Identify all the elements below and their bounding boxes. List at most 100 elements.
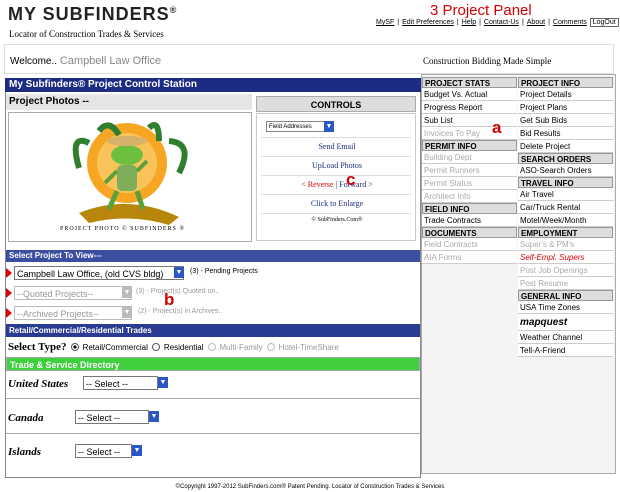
archived-projects-select[interactable]: --Archived Projects-- [14,306,132,320]
select-type-label: Select Type? [8,341,67,353]
chevron-down-icon[interactable]: ▼ [324,121,334,132]
chevron-down-icon[interactable]: ▼ [158,377,168,388]
radio-hotel-timeshare[interactable] [266,343,275,351]
directory-title: Trade & Service Directory [6,357,420,371]
general-info-header: GENERAL INFO [518,290,613,301]
post-resume-link[interactable]: Post Resume [518,277,613,290]
info-column: PROJECT INFO Project Details Project Pla… [518,77,613,357]
station-title: My Subfinders® Project Control Station [5,78,421,92]
pending-projects-note: (3) - Pending Projects [190,268,258,275]
trade-contracts-link[interactable]: Trade Contracts [422,214,517,227]
panel-title: 3 Project Panel [430,2,532,19]
search-orders-header: SEARCH ORDERS [518,153,613,164]
logout-button[interactable]: LogOut [589,18,619,27]
sub-list-link[interactable]: Sub List [422,114,517,127]
project-plans-link[interactable]: Project Plans [518,101,613,114]
radio-label: Retail/Commercial [82,342,148,352]
bid-results-link[interactable]: Bid Results [518,127,613,140]
red-arrow-icon [6,308,12,318]
pending-projects-select[interactable]: Campbell Law Office, (old CVS bldg) [14,266,184,280]
supers-pms-link[interactable]: Super's & PM's [518,238,613,251]
chevron-down-icon[interactable]: ▼ [132,445,142,456]
united-states-select[interactable]: -- Select -- [83,376,158,390]
send-email-link[interactable]: Send Email [257,142,417,151]
progress-report-link[interactable]: Progress Report [422,101,517,114]
archived-projects-note: (2) - Project(s) in Archives.. [138,308,223,315]
architect-info-link[interactable]: Architect Info [422,190,517,203]
quoted-projects-row: --Quoted Projects-- ▼ (3) - Project(s) Q… [6,284,420,302]
field-contracts-link[interactable]: Field Contracts [422,238,517,251]
project-photo[interactable] [8,112,252,242]
air-travel-link[interactable]: Air Travel [518,188,613,201]
country-islands: Islands [8,446,42,458]
radio-retail-commercial[interactable] [70,343,79,351]
travel-info-header: TRAVEL INFO [518,177,613,188]
delete-project-link[interactable]: Delete Project [518,140,613,153]
photo-nav: < Reverse | Forward > [301,180,373,189]
frog-mascot-image [72,122,188,225]
nav-contact-us[interactable]: Contact-Us [484,19,519,26]
small-copyright: © SubFinders.Com® [311,217,363,223]
motel-week-month-link[interactable]: Motel/Week/Month [518,214,613,227]
project-photos-title: Project Photos -- [6,94,252,110]
usa-time-zones-link[interactable]: USA Time Zones [518,301,613,314]
weather-channel-link[interactable]: Weather Channel [518,331,613,344]
select-type-row: Select Type? Retail/Commercial Residenti… [8,341,339,353]
invoices-to-pay-link[interactable]: Invoices To Pay [422,127,517,140]
islands-select[interactable]: -- Select -- [75,444,132,458]
controls-title: CONTROLS [256,96,416,112]
archived-projects-row: --Archived Projects-- ▼ (2) - Project(s)… [6,304,420,322]
building-dept-link[interactable]: Building Dept [422,151,517,164]
nav-comments[interactable]: Comments [553,19,587,26]
chevron-down-icon[interactable]: ▼ [122,307,132,318]
pending-projects-row: Campbell Law Office, (old CVS bldg) ▼ (3… [6,264,420,282]
radio-multi-family[interactable] [207,343,216,351]
budget-vs-actual-link[interactable]: Budget Vs. Actual [422,88,517,101]
country-canada: Canada [8,412,44,424]
canada-select[interactable]: -- Select -- [75,410,149,424]
photo-caption: PROJECT PHOTO © SUBFINDERS ® [60,226,185,232]
subfinders-logo: MY SUBFINDERS® [8,4,178,24]
mapquest-link[interactable]: mapquest [518,314,613,331]
chevron-down-icon[interactable]: ▼ [149,411,159,422]
permit-runners-link[interactable]: Permit Runners [422,164,517,177]
post-job-openings-link[interactable]: Post Job Openings [518,264,613,277]
slogan: Construction Bidding Made Simple [423,56,552,66]
project-info-header: PROJECT INFO [518,77,613,88]
annotation-a: a [492,118,502,137]
get-sub-bids-link[interactable]: Get Sub Bids [518,114,613,127]
car-truck-rental-link[interactable]: Car/Truck Rental [518,201,613,214]
chevron-down-icon[interactable]: ▼ [122,287,132,298]
quoted-projects-note: (3) - Project(s) Quoted on.. [136,288,220,295]
nav-about[interactable]: About [527,19,545,26]
select-project-title: Select Project To View--- [6,250,420,262]
documents-header: DOCUMENTS [422,227,517,238]
nav-edit-preferences[interactable]: Edit Preferences [402,19,454,26]
top-nav: MySF | Edit Preferences | Help | Contact-Us… [376,18,619,27]
aso-search-orders-link[interactable]: ASO-Search Orders [518,164,613,177]
nav-help[interactable]: Help [462,19,476,26]
firm-name: Campbell Law Office [59,55,162,67]
welcome-text: Welcome.. Campbell Law Office [10,55,162,67]
quoted-projects-select[interactable]: --Quoted Projects-- [14,286,132,300]
radio-label: Hotel-TimeShare [278,342,339,352]
chevron-down-icon[interactable]: ▼ [174,267,184,278]
footer: ©Copyright 1997-2012 SubFinders.com® Pat… [175,484,445,490]
radio-residential[interactable] [151,343,160,351]
annotation-c: c [346,170,356,189]
permit-status-link[interactable]: Permit Status [422,177,517,190]
tell-a-friend-link[interactable]: Tell-A-Friend [518,344,613,357]
reverse-link[interactable]: < Reverse [301,180,333,189]
project-details-link[interactable]: Project Details [518,88,613,101]
upload-photos-link[interactable]: UpLoad Photos [257,161,417,170]
forward-link[interactable]: Forward > [339,180,373,189]
country-united-states: United States [8,378,69,390]
red-arrow-icon [6,288,12,298]
self-empl-supers-link[interactable]: Self-Empl. Supers [518,251,613,264]
click-to-enlarge-link[interactable]: Click to Enlarge [257,199,417,208]
aia-forms-link[interactable]: AIA Forms [422,251,517,264]
trades-title: Retail/Commercial/Residential Trades [6,324,420,337]
field-info-header: FIELD INFO [422,203,517,214]
nav-mysf[interactable]: MySF [376,19,394,26]
employment-header: EMPLOYMENT [518,227,613,238]
